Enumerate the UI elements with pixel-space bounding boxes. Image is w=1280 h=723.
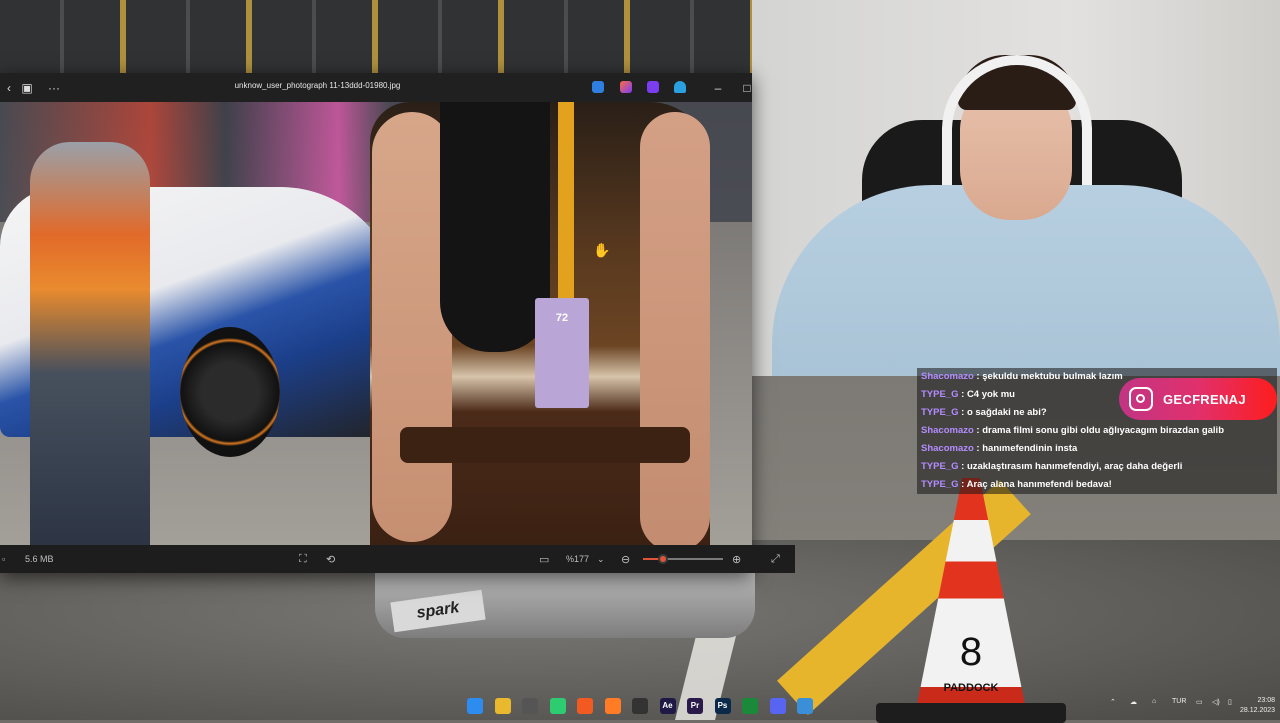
onedrive-app-icon[interactable]	[674, 81, 686, 93]
instagram-badge: GECFRENAJ	[1119, 378, 1277, 420]
instagram-handle: GECFRENAJ	[1163, 391, 1246, 407]
crop-icon[interactable]: ⛶	[299, 545, 307, 573]
chat-text: : uzaklaştırasım hanımefendiyi, araç dah…	[958, 461, 1183, 472]
photoshop-icon[interactable]: Ps	[714, 698, 731, 714]
designer-app-icon[interactable]	[620, 81, 632, 93]
chat-message: Shacomazo : hanımefendinin insta	[917, 440, 1277, 458]
minimize-icon[interactable]: –	[711, 81, 725, 95]
after-effects-icon[interactable]: Ae	[659, 698, 676, 714]
chat-text: : o sağdaki ne abi?	[958, 407, 1047, 418]
chevron-down-icon[interactable]: ⌄	[597, 545, 605, 573]
terminal-icon[interactable]	[742, 698, 758, 714]
start-icon[interactable]	[467, 698, 483, 714]
zoom-in-icon[interactable]: ⊕	[732, 545, 741, 573]
firefox-icon[interactable]	[604, 698, 621, 714]
chat-message: TYPE_G : uzaklaştırasım hanımefendiyi, a…	[917, 458, 1277, 476]
tray-volume-icon[interactable]: ◁)	[1212, 698, 1220, 706]
whatsapp-icon[interactable]	[549, 698, 566, 714]
discord-icon[interactable]	[769, 698, 786, 714]
chat-text: : drama filmi sonu gibi oldu ağlıyacagım…	[973, 425, 1225, 436]
rotate-icon[interactable]: ⟲	[326, 545, 335, 573]
photo-marshal	[30, 142, 150, 545]
tray-battery-icon[interactable]: ▯	[1228, 698, 1232, 706]
tray-language[interactable]: TUR	[1172, 698, 1186, 705]
edit-app-icon[interactable]	[592, 81, 604, 93]
chat-username: Shacomazo	[921, 371, 974, 382]
chat-message: Shacomazo : drama filmi sonu gibi oldu a…	[917, 422, 1277, 440]
chat-message: TYPE_G : Araç alana hanımefendi bedava!	[917, 476, 1277, 494]
taskbar-clock[interactable]: 23:08 28.12.2023	[1240, 696, 1275, 716]
brave-icon[interactable]	[577, 698, 593, 714]
photos-icon[interactable]	[797, 698, 813, 714]
chat-username: Shacomazo	[921, 425, 974, 436]
file-explorer-icon[interactable]	[494, 698, 511, 714]
cone-body	[916, 478, 1026, 710]
clock-time: 23:08	[1257, 697, 1276, 704]
file-size: 5.6 MB	[25, 554, 54, 564]
maximize-icon[interactable]: □	[740, 81, 754, 95]
webcam-headset	[942, 55, 1092, 185]
tray-network-icon[interactable]: ⌂	[1152, 698, 1156, 705]
viewer-photo[interactable]: 72 ✋	[0, 102, 752, 545]
photo-woman-hair	[440, 102, 550, 352]
instagram-icon	[1129, 387, 1153, 411]
taskbar: ⌃ ☁ ⌂ TUR ▭ ◁) ▯ 23:08 28.12.2023 Ae Pr Ps	[0, 694, 1280, 720]
photo-viewer-window: ‹ ▣ ··· unknow_user_photograph 11-13ddd-…	[0, 73, 795, 573]
cone-label: PADDOCK	[943, 682, 999, 694]
file-info-icon: ▫	[2, 554, 6, 564]
clock-date: 28.12.2023	[1240, 707, 1276, 714]
traffic-cone: 8 PADDOCK	[876, 478, 1066, 723]
chat-username: TYPE_G	[921, 389, 959, 400]
photo-access-badge: 72	[535, 298, 589, 408]
obs-icon[interactable]	[632, 698, 648, 714]
mouse-cursor-icon: ✋	[593, 242, 611, 258]
zoom-percent-select[interactable]: %177	[566, 545, 589, 573]
photo-car-wheel	[180, 327, 280, 457]
photo-belt	[400, 427, 690, 463]
zoom-out-icon[interactable]: ⊖	[621, 545, 630, 573]
photo-woman-right-arm	[640, 112, 710, 545]
fullscreen-icon[interactable]: ⤢	[771, 545, 780, 573]
tray-chevron-up-icon[interactable]: ⌃	[1110, 698, 1116, 706]
chat-text: : Araç alana hanımefendi bedava!	[958, 479, 1112, 490]
tray-monitor-icon[interactable]: ▭	[1196, 698, 1203, 706]
viewer-filename: unknow_user_photograph 11-13ddd-01980.jp…	[234, 81, 401, 90]
chat-username: TYPE_G	[921, 407, 959, 418]
chat-text: : hanımefendinin insta	[973, 443, 1078, 454]
chat-username: TYPE_G	[921, 479, 959, 490]
cone-number: 8	[959, 630, 983, 674]
photo-lanyard	[558, 102, 574, 302]
background-building	[0, 0, 760, 80]
viewer-titlebar[interactable]: ‹ ▣ ··· unknow_user_photograph 11-13ddd-…	[0, 73, 752, 102]
photo-badge-text: 72	[555, 312, 569, 324]
premiere-icon[interactable]: Pr	[687, 698, 703, 714]
chat-text: : şekuldu mektubu bulmak lazım	[973, 371, 1123, 382]
chat-username: TYPE_G	[921, 461, 959, 472]
zoom-slider[interactable]	[643, 554, 723, 564]
chat-username: Shacomazo	[921, 443, 974, 454]
editor-icon[interactable]	[522, 698, 538, 714]
zoom-slider-handle[interactable]	[658, 554, 668, 564]
fit-to-window-icon[interactable]: ▭	[539, 545, 549, 573]
viewer-statusbar: ▫ 5.6 MB ⛶ ⟲ ▭ %177 ⌄ ⊖ ⊕ ⤢	[0, 545, 795, 573]
chat-text: : C4 yok mu	[958, 389, 1015, 400]
tray-cloud-icon[interactable]: ☁	[1130, 698, 1137, 706]
clipchamp-app-icon[interactable]	[647, 81, 659, 93]
webcam-feed	[752, 0, 1280, 376]
